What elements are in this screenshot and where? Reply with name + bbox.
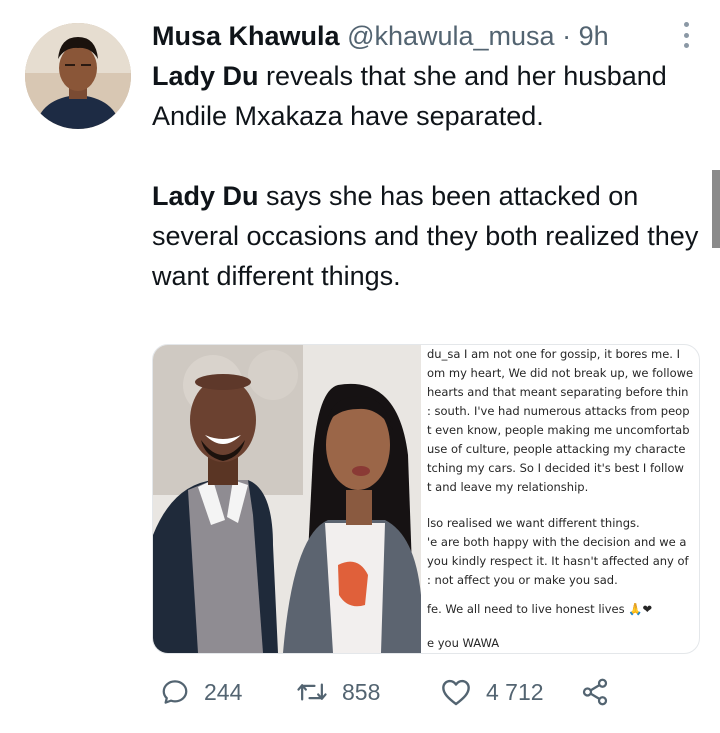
- author-handle[interactable]: @khawula_musa: [347, 21, 555, 51]
- mention-lady-du: Lady Du: [152, 61, 259, 91]
- caption-line: t even know, people making me uncomforta…: [427, 423, 690, 437]
- couple-photo: [153, 345, 421, 653]
- reply-count: 244: [204, 678, 243, 705]
- like-count: 4 712: [486, 678, 544, 705]
- like-button[interactable]: 4 712: [440, 668, 544, 716]
- reply-icon: [162, 680, 188, 704]
- separator-dot: ·: [562, 21, 572, 51]
- caption-line: t and leave my relationship.: [427, 480, 589, 494]
- tweet-paragraph-2: Lady Du says she has been attacked on se…: [152, 176, 712, 296]
- share-icon: [582, 678, 608, 706]
- author-name[interactable]: Musa Khawula: [152, 21, 340, 51]
- caption-line: tching my cars. So I decided it's best I…: [427, 461, 684, 475]
- avatar[interactable]: [25, 23, 131, 129]
- retweet-button[interactable]: 858: [296, 668, 380, 716]
- more-options-icon[interactable]: [682, 22, 690, 48]
- tweet-header: Musa Khawula @khawula_musa · 9h: [152, 18, 700, 58]
- caption-line: : south. I've had numerous attacks from …: [427, 404, 690, 418]
- retweet-count: 858: [342, 678, 381, 705]
- caption-line: you kindly respect it. It hasn't affecte…: [427, 554, 689, 568]
- reply-button[interactable]: 244: [160, 668, 242, 716]
- caption-line: e you WAWA: [427, 636, 500, 650]
- caption-line: lso realised we want different things.: [427, 516, 640, 530]
- heart-icon: [442, 679, 470, 706]
- share-button[interactable]: [580, 668, 610, 716]
- retweet-icon: [297, 683, 327, 701]
- scrollbar-thumb[interactable]: [712, 170, 720, 248]
- caption-line: om my heart, We did not break up, we fol…: [427, 366, 694, 380]
- caption-screenshot: du_sa I am not one for gossip, it bores …: [425, 345, 699, 653]
- caption-line: use of culture, people attacking my char…: [427, 442, 686, 456]
- tweet-paragraph-1: Lady Du reveals that she and her husband…: [152, 56, 712, 136]
- tweet-media[interactable]: du_sa I am not one for gossip, it bores …: [152, 344, 700, 654]
- caption-line: : not affect you or make you sad.: [427, 573, 618, 587]
- avatar-image: [25, 23, 131, 129]
- caption-line: fe. We all need to live honest lives 🙏❤: [427, 602, 653, 616]
- caption-line: hearts and that meant separating before …: [427, 385, 689, 399]
- tweet-actions: 244 858 4 712: [152, 668, 672, 716]
- tweet-text: Lady Du reveals that she and her husband…: [152, 56, 712, 296]
- caption-line: du_sa I am not one for gossip, it bores …: [427, 347, 680, 361]
- tweet-time[interactable]: 9h: [579, 21, 609, 51]
- mention-lady-du-2: Lady Du: [152, 181, 259, 211]
- caption-line: 'e are both happy with the decision and …: [427, 535, 687, 549]
